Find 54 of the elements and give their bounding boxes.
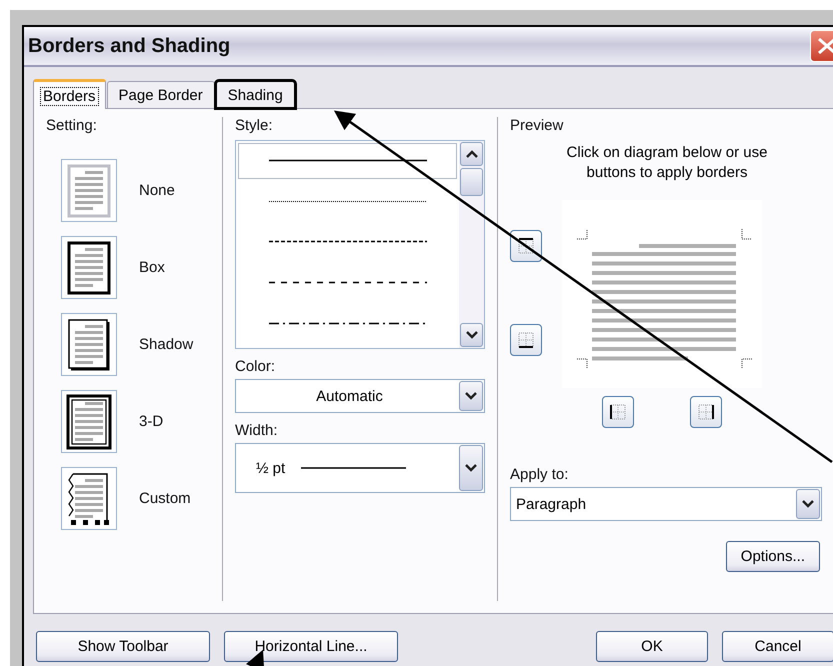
style-list[interactable] — [235, 140, 485, 349]
setting-label: Shadow — [139, 336, 194, 353]
line-style-icon — [268, 281, 426, 284]
caret-icon — [466, 331, 478, 339]
section-label: Preview — [510, 117, 564, 134]
close-button[interactable] — [810, 30, 833, 62]
setting-option[interactable] — [61, 313, 117, 376]
scroll-down-button[interactable] — [460, 323, 483, 347]
scroll-bar[interactable] — [459, 141, 484, 348]
preview-hint: Click on diagram below or use buttons to apply borders — [566, 143, 768, 182]
field-label: Apply to: — [510, 466, 570, 483]
scroll-thumb[interactable] — [460, 168, 483, 196]
close-icon — [817, 37, 833, 55]
setting-label: Box — [139, 259, 165, 276]
line-style-icon — [268, 322, 426, 325]
dropdown-button[interactable] — [459, 445, 483, 491]
setting-option[interactable] — [61, 467, 117, 530]
tab[interactable]: Borders — [33, 79, 106, 109]
setting-label: Custom — [139, 490, 191, 507]
dialog-button[interactable]: Cancel — [722, 631, 833, 662]
options-button[interactable]: Options... — [726, 541, 820, 572]
line-style-icon — [268, 240, 426, 244]
window-title: Borders and Shading — [27, 34, 230, 58]
left-border-button[interactable] — [602, 396, 634, 428]
caret-icon — [465, 464, 477, 472]
line-style-icon — [268, 200, 426, 203]
right-border-button[interactable] — [690, 396, 722, 428]
caret-icon — [465, 392, 477, 400]
field-label: Width: — [235, 422, 279, 439]
apply-to-dropdown[interactable]: Paragraph — [510, 487, 822, 521]
dialog-button[interactable]: OK — [596, 631, 708, 662]
setting-option[interactable] — [61, 236, 117, 299]
setting-option[interactable] — [61, 390, 117, 453]
tab[interactable]: Page Border — [106, 81, 215, 108]
caret-icon — [802, 500, 814, 508]
dropdown-button[interactable] — [796, 489, 820, 519]
line-style-item[interactable] — [238, 143, 457, 179]
section-label: Setting: — [46, 117, 98, 134]
field-label: Color: — [235, 358, 276, 375]
setting-label: 3-D — [139, 413, 164, 430]
bottom-border-button[interactable] — [510, 324, 542, 356]
dialog-button[interactable]: Show Toolbar — [36, 631, 210, 662]
setting-label: None — [139, 182, 175, 199]
top-border-button[interactable] — [510, 230, 542, 262]
dialog-button[interactable]: Horizontal Line... — [224, 631, 398, 662]
dropdown-button[interactable] — [459, 381, 483, 411]
section-label: Style: — [235, 117, 274, 134]
color-dropdown[interactable]: Automatic — [235, 379, 485, 413]
width-dropdown[interactable]: ½ pt — [235, 443, 485, 493]
line-sample-icon — [301, 467, 406, 469]
line-style-icon — [268, 159, 426, 162]
chevron-up-icon — [466, 150, 478, 158]
tab[interactable]: Shading — [216, 81, 295, 108]
scroll-up-button[interactable] — [460, 142, 483, 166]
